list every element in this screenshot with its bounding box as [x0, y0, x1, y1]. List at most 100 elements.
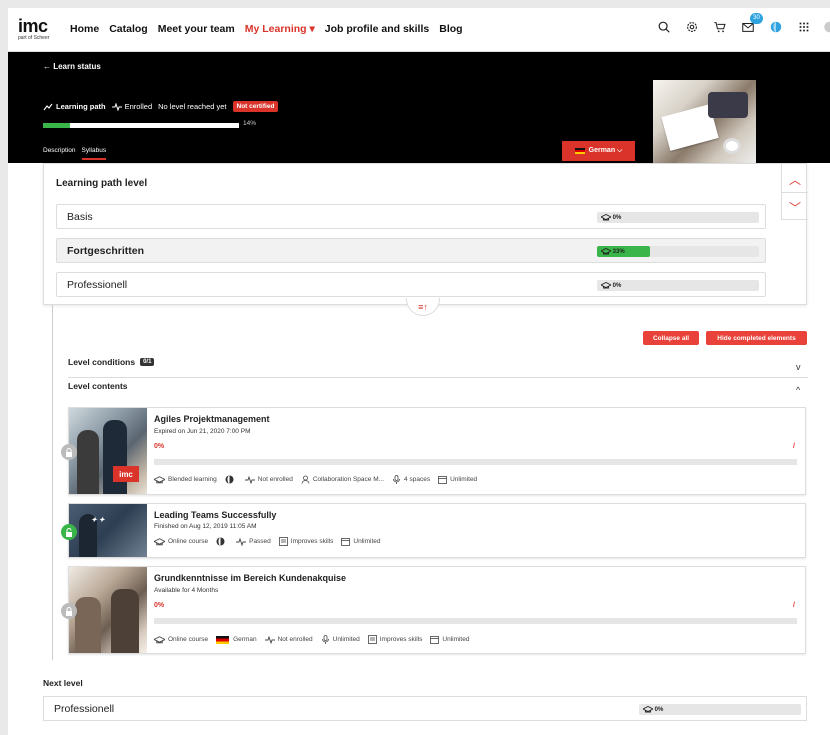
level-progress-label: 0%: [601, 214, 621, 221]
course-meta: Online course German Not enrolled Unlimi…: [154, 635, 477, 644]
course-card-kundenakquise[interactable]: Grundkenntnisse im Bereich Kundenakquise…: [61, 566, 806, 654]
meta-text: Improves skills: [379, 636, 423, 643]
level-contents-header[interactable]: Level contents: [68, 381, 128, 391]
calendar-icon: [430, 636, 440, 644]
mortarboard-icon: [154, 537, 165, 545]
thumbnail-person: [111, 589, 139, 653]
top-navigation: imc part of Scheer Home Catalog Meet you…: [8, 8, 830, 52]
messages-count-badge: 30: [750, 13, 763, 24]
course-availability: Available for 4 Months: [154, 587, 219, 594]
collapse-icon: ≡↑: [418, 301, 428, 312]
enrolled-status: Enrolled: [111, 102, 153, 111]
next-level-title: Next level: [43, 678, 83, 688]
thumbnail-caption: ✦ ✦: [91, 517, 105, 524]
messages-icon[interactable]: 30: [740, 13, 763, 35]
meta-duration: Unlimited: [341, 537, 381, 546]
search-icon[interactable]: [656, 19, 672, 35]
tab-description[interactable]: Description: [43, 147, 76, 160]
main-menu: Home Catalog Meet your team My Learning …: [70, 23, 473, 35]
mortarboard-icon: [601, 282, 611, 289]
course-thumbnail: ✦ ✦: [69, 504, 147, 557]
calendar-icon: [341, 538, 351, 546]
level-card-title: Learning path level: [56, 178, 148, 189]
meta-text: Unlimited: [442, 636, 470, 643]
learning-path-icon: [43, 103, 53, 110]
globe-icon[interactable]: [768, 19, 784, 35]
meta-spaces: Unlimited: [321, 635, 360, 644]
course-progress-slash: /: [793, 602, 795, 609]
settings-icon[interactable]: [684, 19, 700, 35]
status-line: Learning path Enrolled No level reached …: [43, 101, 279, 112]
next-level-row[interactable]: Professionell 0%: [43, 696, 807, 721]
header-tabs: Description Syllabus: [43, 147, 112, 160]
language-button[interactable]: German ⌵: [562, 141, 635, 161]
level-row-professionell[interactable]: Professionell 0%: [56, 272, 766, 297]
course-title[interactable]: Grundkenntnisse im Bereich Kundenakquise: [154, 573, 346, 583]
level-progress-label: 33%: [601, 248, 625, 255]
expand-conditions-icon[interactable]: v: [796, 362, 801, 372]
certification-badge: Not certified: [232, 101, 279, 112]
chevron-down-icon: ﹀: [788, 200, 801, 215]
user-avatar[interactable]: [822, 19, 830, 35]
imc-logo[interactable]: imc part of Scheer: [18, 17, 58, 41]
learning-path-header: ← Learn status Learning path Enrolled No…: [8, 52, 830, 163]
meta-text: Blended learning: [168, 476, 217, 483]
nav-blog[interactable]: Blog: [439, 23, 462, 35]
meta-text: Collaboration Space M...: [312, 476, 385, 483]
mortarboard-icon: [601, 248, 611, 255]
level-row-fortgeschritten[interactable]: Fortgeschritten 33%: [56, 238, 766, 263]
next-level-name: Professionell: [54, 703, 115, 715]
course-status-date: Finished on Aug 12, 2019 11:05 AM: [154, 523, 257, 530]
conditions-count-badge: 0/1: [140, 358, 155, 366]
enrolled-label: Enrolled: [124, 102, 153, 111]
level-conditions-header[interactable]: Level conditions 0/1: [68, 357, 155, 367]
meta-text: Unlimited: [353, 538, 381, 545]
imc-thumbnail-logo: imc: [113, 466, 139, 482]
mortarboard-icon: [643, 706, 653, 713]
course-progress-percent: 0%: [154, 443, 165, 450]
chevron-up-icon: ︿: [788, 173, 801, 187]
nav-meet-your-team[interactable]: Meet your team: [158, 23, 235, 35]
nav-catalog[interactable]: Catalog: [109, 23, 148, 35]
meta-text: Unlimited: [450, 476, 478, 483]
nav-home[interactable]: Home: [70, 23, 99, 35]
level-progress-text: 0%: [612, 214, 622, 221]
scroll-up-button[interactable]: ︿: [782, 167, 808, 193]
thumbnail-person: [103, 420, 127, 494]
scroll-down-button[interactable]: ﹀: [782, 194, 808, 220]
image-person: [708, 92, 748, 118]
course-status-date: Expired on Jun 21, 2020 7:00 PM: [154, 428, 251, 435]
microphone-icon: [321, 635, 329, 644]
tab-syllabus[interactable]: Syllabus: [81, 147, 107, 160]
meta-text: 4 spaces: [404, 476, 431, 483]
cart-icon[interactable]: [712, 19, 728, 35]
progress-percent: 14%: [243, 120, 257, 127]
hide-completed-button[interactable]: Hide completed elements: [706, 331, 807, 345]
meta-skills: Improves skills: [278, 537, 334, 546]
meta-enrollment: Not enrolled: [264, 635, 313, 644]
meta-status: Passed: [236, 537, 271, 546]
level-row-basis[interactable]: Basis 0%: [56, 204, 766, 229]
thumbnail-person: [75, 597, 101, 653]
language-label: German ⌵: [588, 147, 623, 154]
course-title[interactable]: Agiles Projektmanagement: [154, 414, 270, 424]
collapse-contents-icon[interactable]: ^: [796, 385, 800, 395]
collapse-levels-button[interactable]: ≡↑: [406, 298, 440, 316]
level-progress-bar: 33%: [597, 246, 759, 257]
course-title[interactable]: Leading Teams Successfully: [154, 510, 276, 520]
globe-icon: [216, 537, 225, 546]
mortarboard-icon: [601, 214, 611, 221]
level-progress-label: 0%: [601, 282, 621, 289]
section-divider: [68, 377, 808, 378]
nav-job-profile[interactable]: Job profile and skills: [325, 23, 429, 35]
course-card-agiles-projektmanagement[interactable]: imc Agiles Projektmanagement Expired on …: [61, 407, 806, 495]
back-link[interactable]: ← Learn status: [43, 62, 101, 71]
nav-my-learning[interactable]: My Learning ▾: [245, 23, 315, 35]
apps-grid-icon[interactable]: [796, 19, 812, 35]
next-level-progress-bar: 0%: [639, 704, 801, 715]
meta-text: Improves skills: [290, 538, 334, 545]
course-card-leading-teams[interactable]: ✦ ✦ Leading Teams Successfully Finished …: [61, 503, 806, 558]
german-flag-icon: [216, 635, 230, 644]
collapse-all-button[interactable]: Collapse all: [643, 331, 699, 345]
meta-text: Unlimited: [332, 636, 360, 643]
